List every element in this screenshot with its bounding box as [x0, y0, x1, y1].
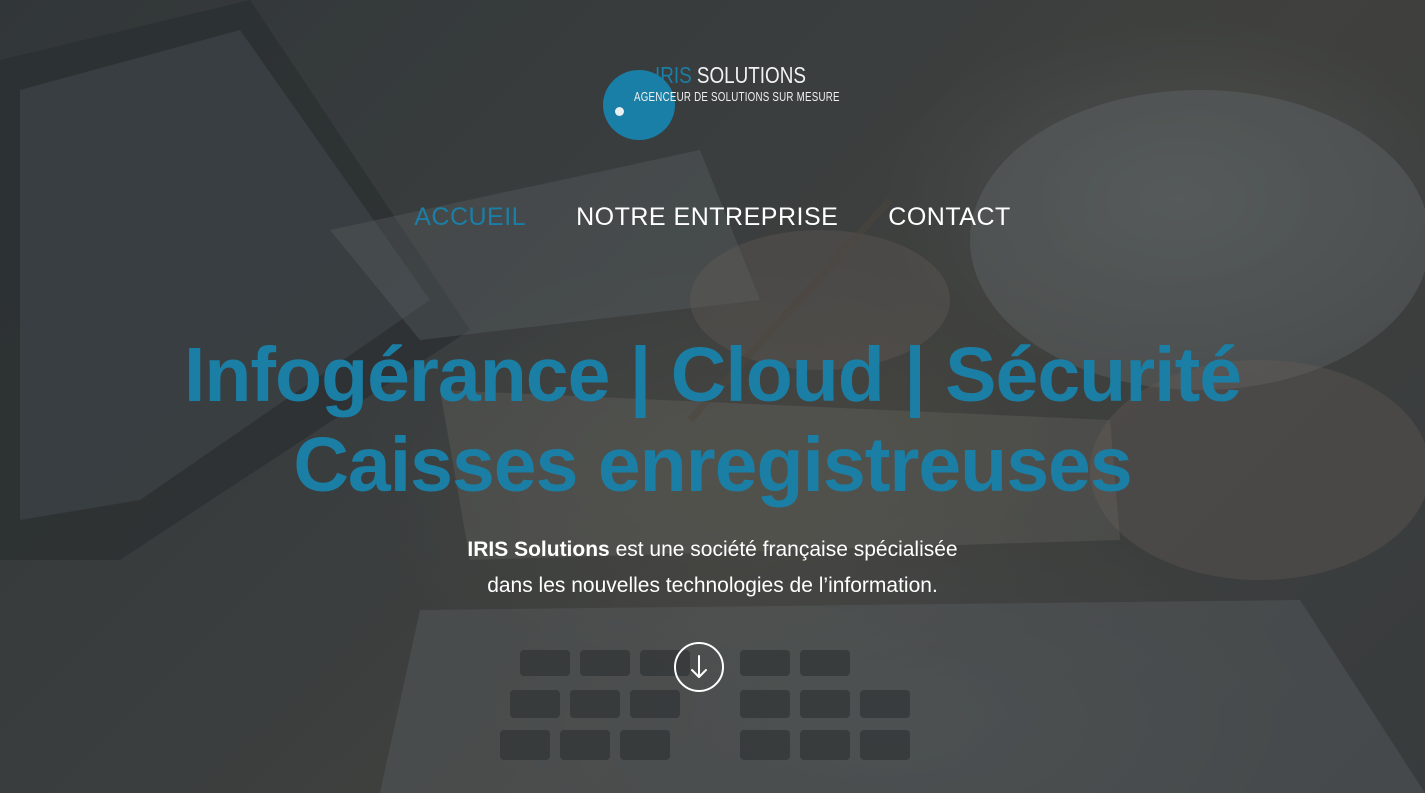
logo-tagline: AGENCEUR DE SOLUTIONS SUR MESURE — [634, 90, 840, 104]
nav-item-contact[interactable]: CONTACT — [888, 203, 1010, 232]
hero-headline: Infogérance | Cloud | Sécurité Caisses e… — [0, 330, 1425, 510]
hero-headline-line-2: Caisses enregistreuses — [293, 422, 1132, 508]
nav-item-accueil[interactable]: ACCUEIL — [414, 203, 526, 232]
logo-brand-prefix: IRIS — [655, 62, 692, 88]
logo-brand-name: IRIS SOLUTIONS — [655, 62, 806, 89]
logo-dot-mark — [615, 107, 624, 116]
arrow-down-icon — [691, 655, 707, 678]
nav-item-notre-entreprise[interactable]: NOTRE ENTREPRISE — [576, 203, 838, 232]
hero-intro-company: IRIS Solutions — [467, 538, 610, 561]
hero-intro-line-1-rest: est une société française spécialisée — [609, 538, 958, 561]
scroll-down-button[interactable] — [674, 642, 724, 692]
hero-intro-line-1: IRIS Solutions est une société française… — [0, 532, 1425, 568]
site-logo[interactable]: IRIS SOLUTIONS AGENCEUR DE SOLUTIONS SUR… — [600, 62, 840, 142]
logo-brand-suffix: SOLUTIONS — [691, 62, 806, 88]
hero-intro-line-2: dans les nouvelles technologies de l’inf… — [487, 574, 938, 597]
main-navigation: ACCUEIL NOTRE ENTREPRISE CONTACT — [0, 203, 1425, 232]
hero-intro-text: IRIS Solutions est une société française… — [0, 532, 1425, 604]
hero-headline-line-1: Infogérance | Cloud | Sécurité — [183, 332, 1242, 418]
